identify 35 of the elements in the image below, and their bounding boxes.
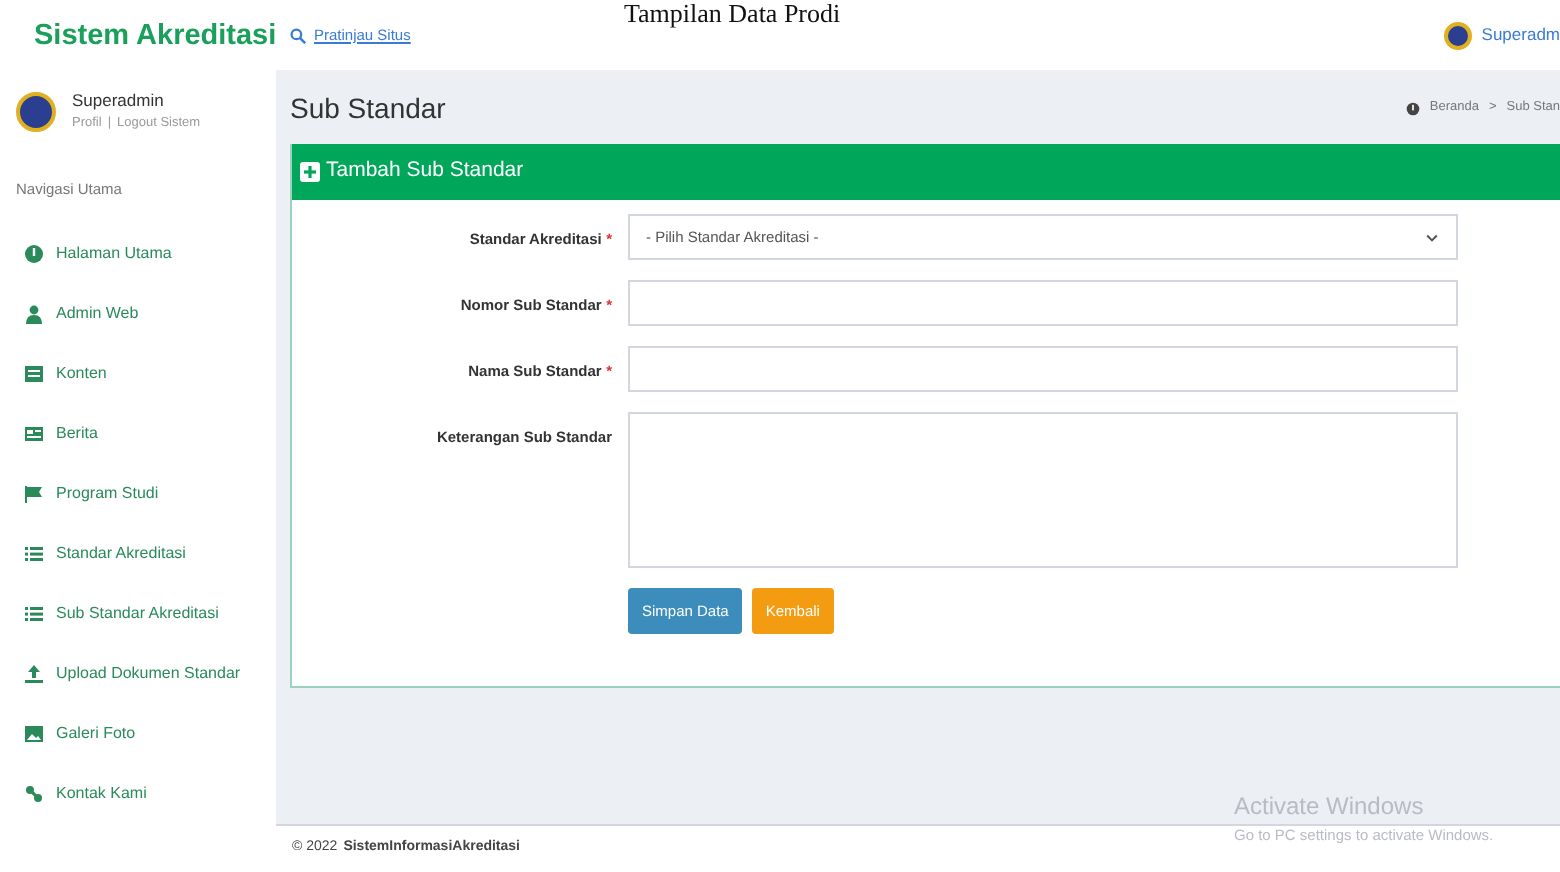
textarea-field[interactable]: [628, 412, 1458, 568]
upload-icon: [24, 664, 44, 685]
sidebar-item[interactable]: Halaman Utama: [0, 224, 276, 285]
user-menu[interactable]: Superadm: [1481, 22, 1560, 48]
brand-title[interactable]: Sistem Akreditasi: [34, 16, 277, 60]
input-field[interactable]: [628, 280, 1458, 326]
list-icon: [24, 544, 44, 565]
user-icon: [24, 304, 44, 325]
input-field[interactable]: [628, 346, 1458, 392]
user-avatar: [16, 92, 56, 132]
search-icon: [290, 27, 306, 43]
sidebar-item[interactable]: Admin Web: [0, 284, 276, 345]
dashboard-icon: [1405, 101, 1420, 115]
sidebar-item[interactable]: Sub Standar Akreditasi: [0, 584, 276, 645]
page-title: Sub Standar: [290, 91, 446, 125]
link-icon: [24, 784, 44, 805]
user-avatar: [1443, 21, 1472, 49]
sidebar-item[interactable]: Standar Akreditasi: [0, 524, 276, 585]
plus-icon: [300, 162, 320, 182]
sidebar-item[interactable]: Berita: [0, 404, 276, 465]
list-icon: [24, 604, 44, 625]
sidebar-item[interactable]: Konten: [0, 344, 276, 405]
caption-text: Tampilan Data Prodi: [624, 0, 841, 26]
sidebar-item[interactable]: Kontak Kami: [0, 764, 276, 825]
list-icon: [24, 364, 44, 385]
user-name: Superadmin: [72, 88, 166, 114]
flag-icon: [24, 484, 44, 505]
sidebar-item[interactable]: Galeri Foto: [0, 704, 276, 765]
sidebar-item[interactable]: Program Studi: [0, 464, 276, 525]
form-title: Tambah Sub Standar: [326, 156, 524, 187]
dashboard-icon: [24, 244, 44, 265]
newspaper-icon: [24, 424, 44, 445]
caret-icon: [1424, 229, 1440, 245]
sidebar-item[interactable]: Upload Dokumen Standar: [0, 644, 276, 705]
image-icon: [24, 724, 44, 745]
